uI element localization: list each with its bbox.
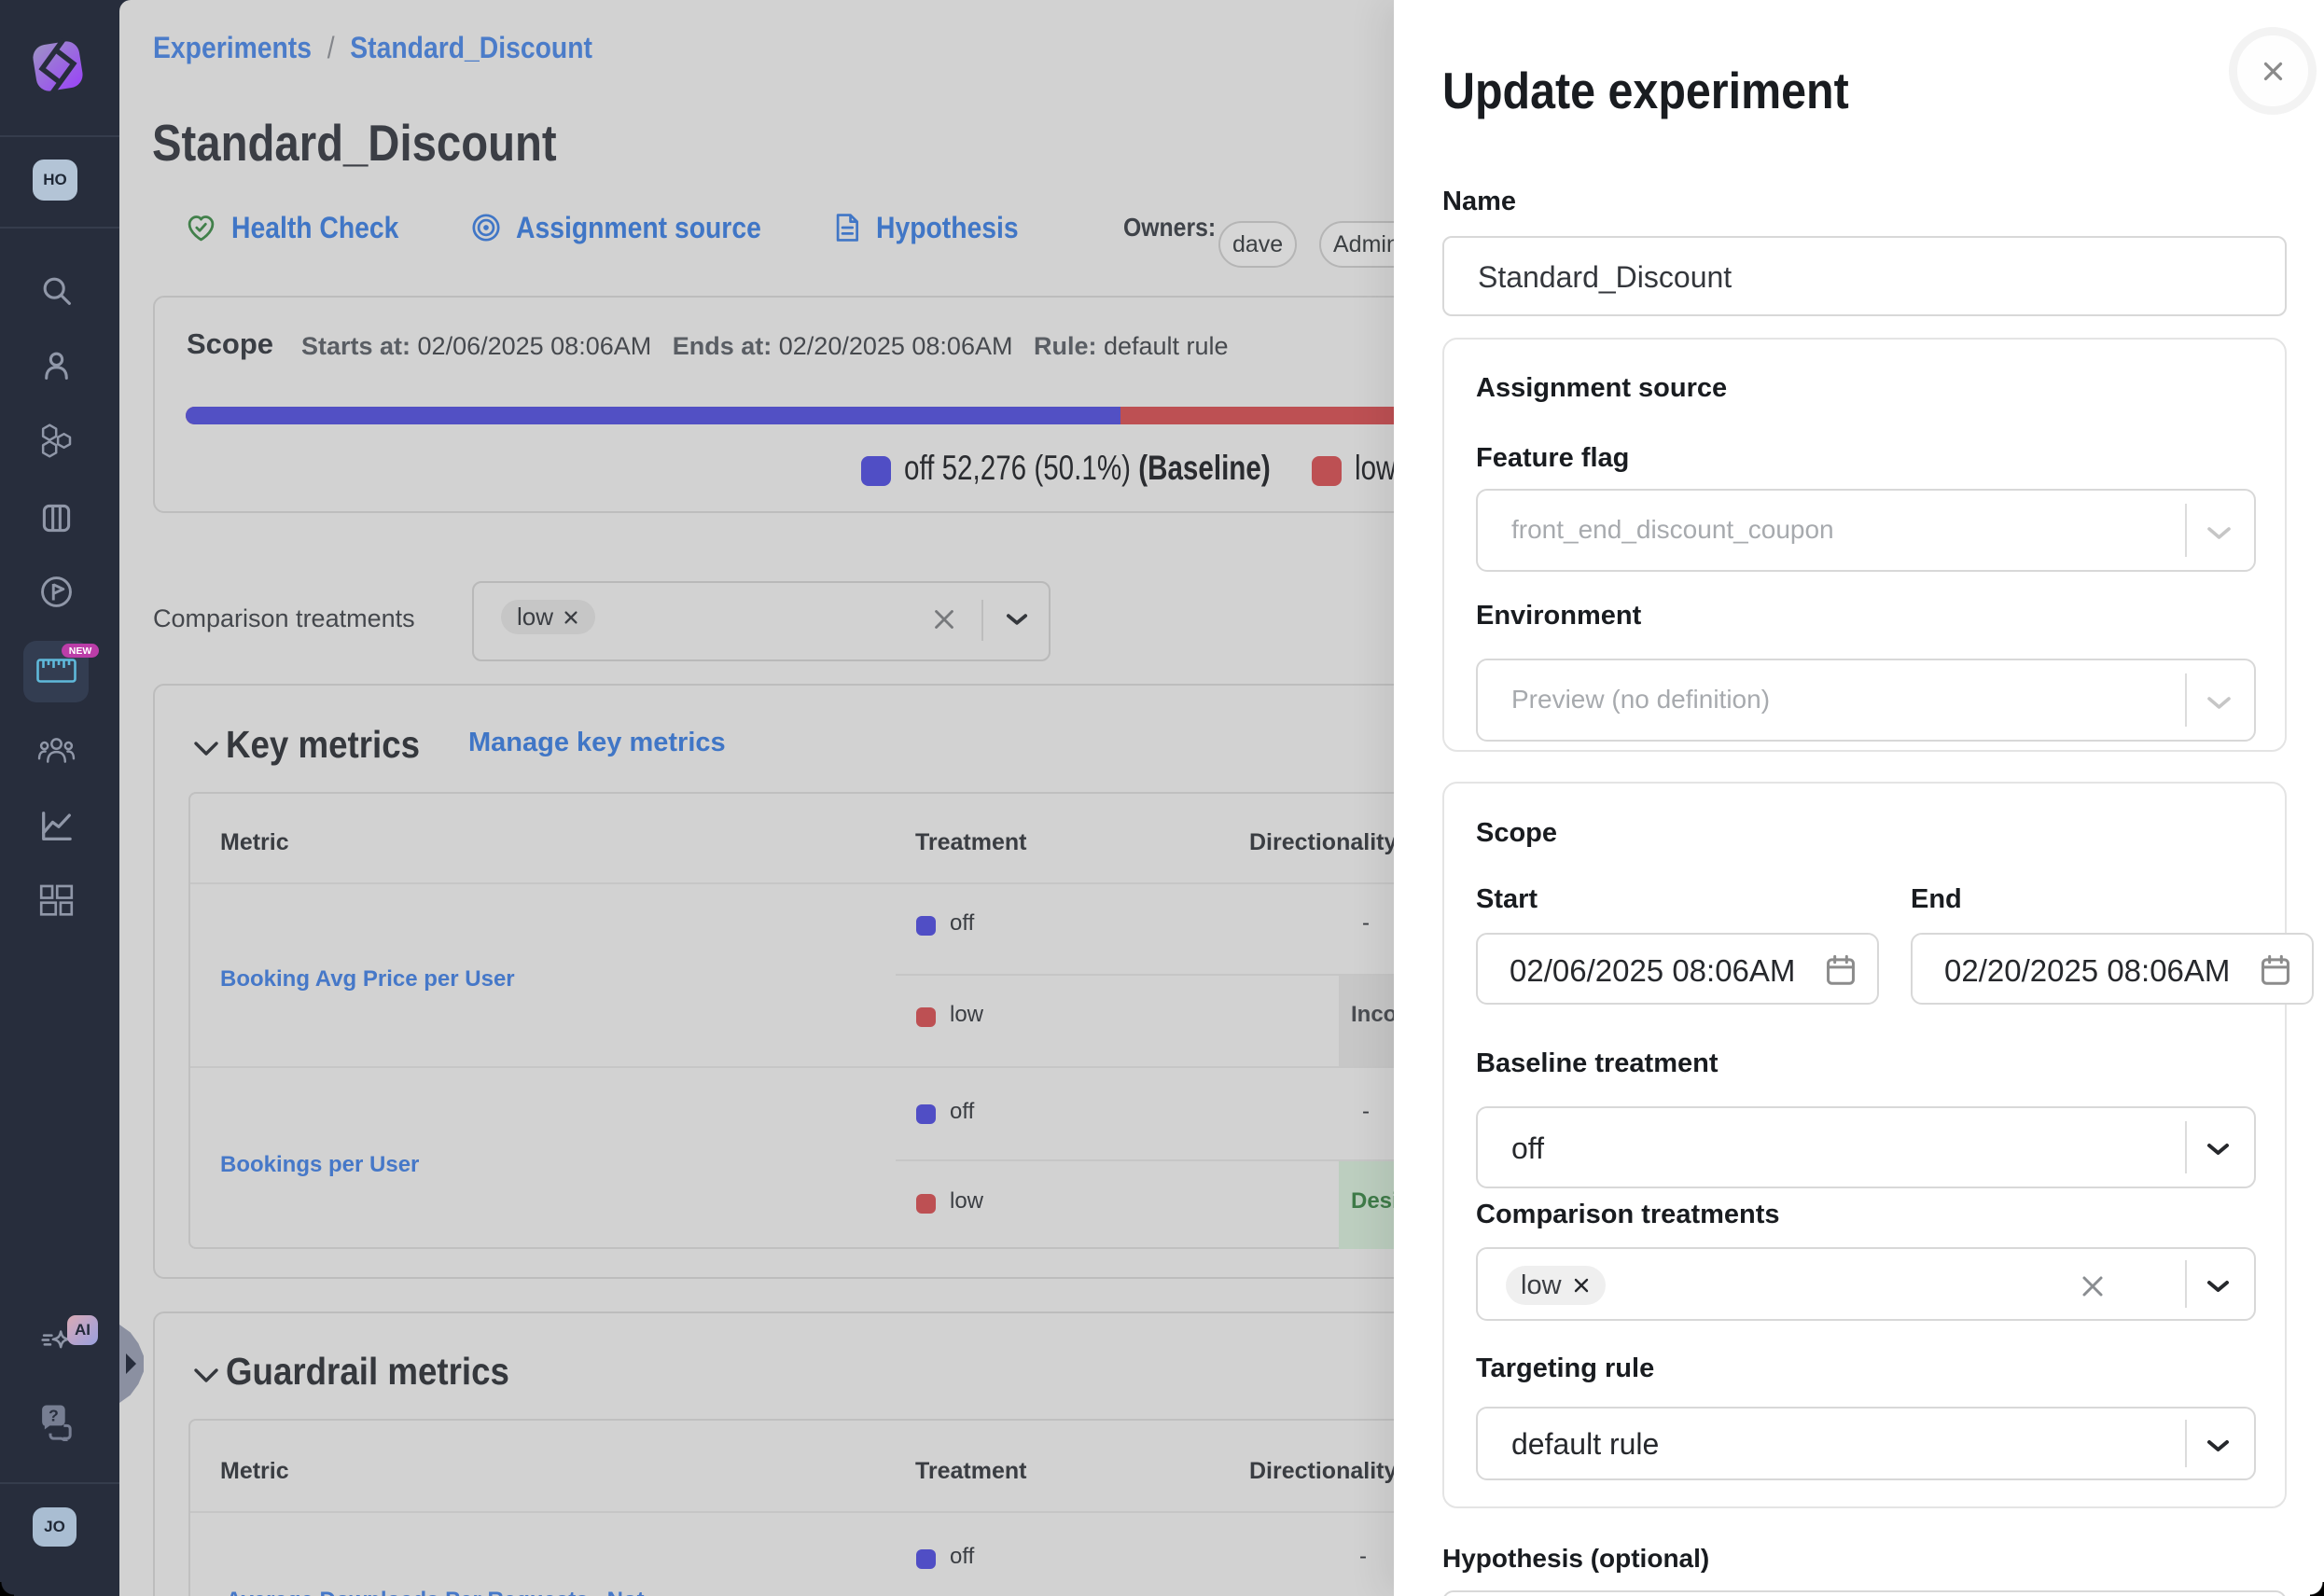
svg-text:?: ? bbox=[49, 1407, 59, 1425]
